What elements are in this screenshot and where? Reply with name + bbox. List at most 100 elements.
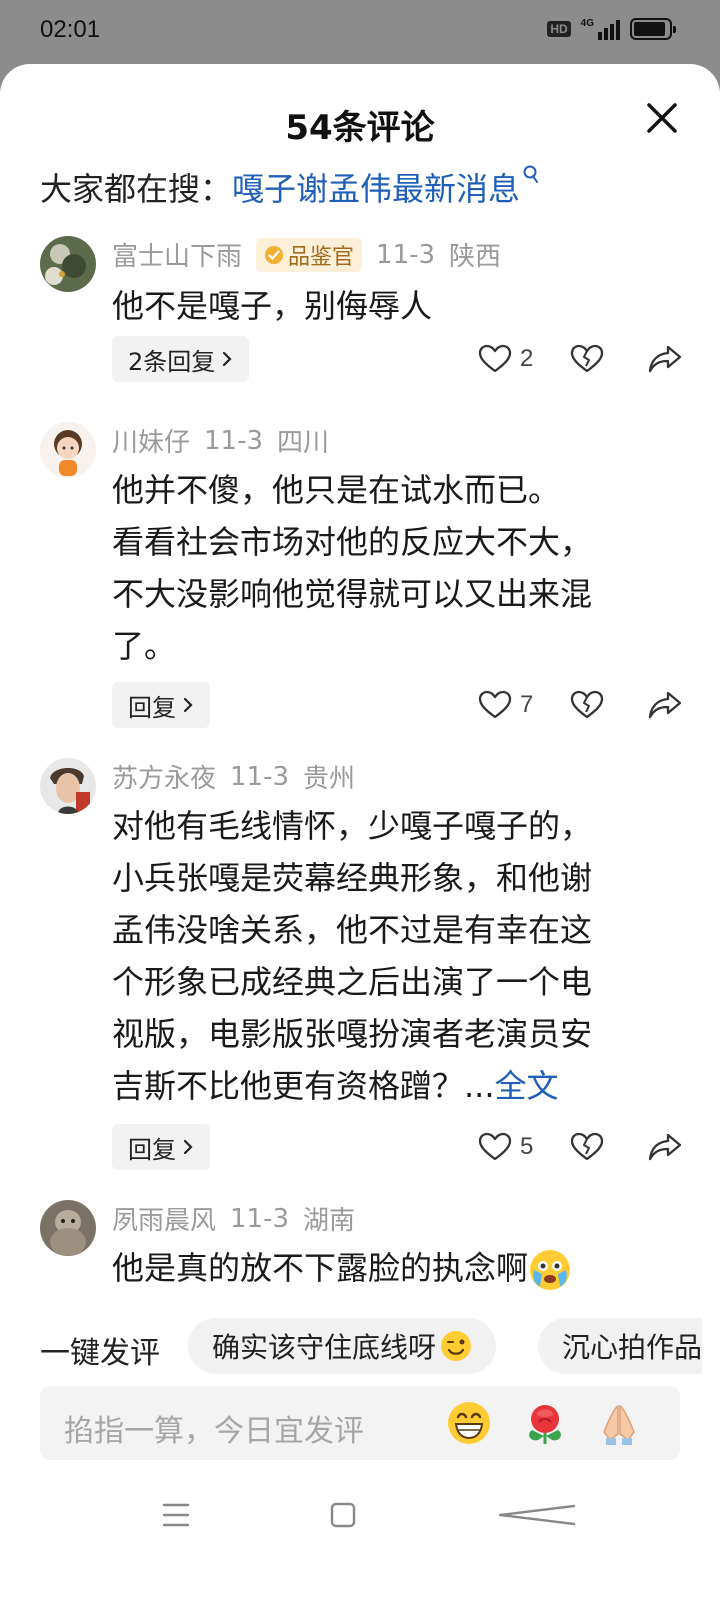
pray-emoji-button[interactable] bbox=[596, 1400, 642, 1446]
like-count: 7 bbox=[520, 691, 534, 718]
menu-icon bbox=[162, 1503, 190, 1527]
like-count: 5 bbox=[520, 1133, 534, 1160]
close-icon bbox=[647, 103, 677, 133]
battery-icon bbox=[630, 18, 676, 40]
comment-text: 他是真的放不下露脸的执念啊 bbox=[112, 1242, 672, 1294]
comment-actions: 5 bbox=[478, 1124, 682, 1170]
heart-icon bbox=[478, 344, 512, 373]
expand-full-text-link[interactable]: 全文 bbox=[495, 1067, 559, 1105]
view-replies-button[interactable]: 2条回复 bbox=[112, 336, 250, 382]
comment-sheet: 54条评论 大家都在搜：嘎子谢孟伟最新消息 富士山下雨 品鉴官 11-3 陕西 … bbox=[0, 64, 720, 1612]
heart-icon bbox=[478, 690, 512, 719]
dislike-button[interactable] bbox=[570, 336, 646, 382]
rose-emoji-button[interactable] bbox=[522, 1400, 568, 1446]
home-nav-button[interactable] bbox=[330, 1502, 356, 1532]
share-button[interactable] bbox=[646, 682, 682, 728]
share-icon bbox=[648, 345, 682, 373]
comment-text: 他并不傻，他只是在试水而已。 看看社会市场对他的反应大不大， 不大没影响他觉得就… bbox=[112, 464, 652, 672]
like-button[interactable]: 7 bbox=[478, 682, 570, 728]
comment-date: 11-3 bbox=[230, 761, 290, 792]
chip-label: 沉心拍作品 bbox=[562, 1331, 703, 1364]
comment-date: 11-3 bbox=[376, 239, 436, 270]
grin-emoji bbox=[448, 1402, 490, 1444]
trending-search: 大家都在搜：嘎子谢孟伟最新消息 bbox=[40, 164, 540, 210]
broken-heart-icon bbox=[570, 344, 604, 373]
avatar[interactable] bbox=[40, 758, 96, 814]
comment-input-placeholder: 掐指一算，今日宜发评 bbox=[64, 1414, 364, 1449]
badge-icon bbox=[265, 245, 284, 264]
share-icon bbox=[648, 691, 682, 719]
comment-line: 视版，电影版张嘎扮演者老演员安 bbox=[112, 1015, 593, 1053]
comment-line: 看看社会市场对他的反应大不大， bbox=[112, 523, 593, 561]
chevron-right-icon bbox=[183, 697, 193, 713]
close-button[interactable] bbox=[644, 100, 680, 136]
menu-nav-button[interactable] bbox=[162, 1502, 190, 1532]
dislike-button[interactable] bbox=[570, 1124, 646, 1170]
reply-label: 2条回复 bbox=[128, 347, 216, 376]
comment-text: 对他有毛线情怀，少嘎子嘎子的， 小兵张嘎是荧幕经典形象，和他谢 孟伟没啥关系，他… bbox=[112, 800, 652, 1112]
comment-line: 孟伟没啥关系，他不过是有幸在这 bbox=[112, 911, 593, 949]
dislike-button[interactable] bbox=[570, 682, 646, 728]
grin-emoji-button[interactable] bbox=[446, 1400, 492, 1446]
comment-date: 11-3 bbox=[230, 1203, 290, 1234]
comment-line: 他不是嘎子，别侮辱人 bbox=[112, 287, 433, 325]
comment-text: 他不是嘎子，别侮辱人 bbox=[112, 280, 652, 332]
taster-badge: 品鉴官 bbox=[256, 237, 363, 272]
comment-meta: 川妹仔 11-3 四川 bbox=[112, 422, 329, 459]
comment-username[interactable]: 富士山下雨 bbox=[112, 236, 242, 273]
signal-icon: 4G bbox=[581, 18, 620, 40]
status-time: 02:01 bbox=[40, 16, 101, 43]
reply-label: 回复 bbox=[128, 1135, 176, 1164]
reply-button[interactable]: 回复 bbox=[112, 1124, 210, 1170]
comment-meta: 夙雨晨风 11-3 湖南 bbox=[112, 1200, 355, 1237]
search-icon bbox=[523, 165, 539, 183]
like-count: 2 bbox=[520, 345, 534, 372]
back-nav-button[interactable] bbox=[496, 1502, 576, 1532]
sheet-title: 54条评论 bbox=[285, 108, 435, 148]
status-bar: 02:01 HD 4G bbox=[0, 0, 720, 64]
reply-label: 回复 bbox=[128, 693, 176, 722]
reply-button[interactable]: 回复 bbox=[112, 682, 210, 728]
comment-actions: 7 bbox=[478, 682, 682, 728]
quick-comment-chip[interactable]: 沉心拍作品 bbox=[538, 1318, 703, 1374]
share-icon bbox=[648, 1133, 682, 1161]
back-icon bbox=[498, 1504, 576, 1526]
status-icons: HD 4G bbox=[547, 18, 676, 40]
avatar[interactable] bbox=[40, 1200, 96, 1256]
trending-prefix: 大家都在搜： bbox=[40, 170, 233, 208]
comment-line: 小兵张嘎是荧幕经典形象，和他谢 bbox=[112, 859, 593, 897]
wink-emoji bbox=[441, 1331, 472, 1361]
comment-line-last: 吉斯不比他更有资格蹭？...全文 bbox=[112, 1060, 652, 1112]
broken-heart-icon bbox=[570, 1132, 604, 1161]
share-button[interactable] bbox=[646, 336, 682, 382]
trending-keyword-link[interactable]: 嘎子谢孟伟最新消息 bbox=[232, 170, 520, 208]
chevron-right-icon bbox=[223, 351, 232, 367]
comment-username[interactable]: 苏方永夜 bbox=[112, 758, 216, 795]
avatar[interactable] bbox=[40, 236, 96, 292]
comment-line: 不大没影响他觉得就可以又出来混 bbox=[112, 575, 593, 613]
like-button[interactable]: 2 bbox=[478, 336, 570, 382]
like-button[interactable]: 5 bbox=[478, 1124, 570, 1170]
crying-face-emoji bbox=[530, 1250, 571, 1290]
comment-line: 他是真的放不下露脸的执念啊 bbox=[112, 1249, 529, 1287]
heart-icon bbox=[478, 1132, 512, 1161]
avatar[interactable] bbox=[40, 422, 96, 478]
comment-actions: 2 bbox=[478, 336, 682, 382]
comment-location: 四川 bbox=[277, 428, 330, 458]
comment-meta: 苏方永夜 11-3 贵州 bbox=[112, 758, 355, 795]
comment-date: 11-3 bbox=[204, 425, 264, 456]
comment-input[interactable]: 掐指一算，今日宜发评 bbox=[40, 1386, 680, 1460]
quick-comment-chip[interactable]: 确实该守住底线呀 bbox=[188, 1318, 497, 1374]
comment-username[interactable]: 夙雨晨风 bbox=[112, 1200, 216, 1237]
comment-meta: 富士山下雨 品鉴官 11-3 陕西 bbox=[112, 236, 501, 273]
comment-location: 陕西 bbox=[449, 242, 502, 272]
network-label: 4G bbox=[580, 18, 594, 29]
comment-username[interactable]: 川妹仔 bbox=[112, 422, 190, 459]
pray-emoji bbox=[603, 1404, 635, 1445]
home-square-icon bbox=[330, 1502, 356, 1528]
system-nav-bar bbox=[0, 1488, 720, 1548]
chip-label: 确实该守住底线呀 bbox=[212, 1331, 437, 1364]
quick-comment-bar: 一键发评 确实该守住底线呀 沉心拍作品 bbox=[0, 1318, 720, 1374]
share-button[interactable] bbox=[646, 1124, 682, 1170]
hd-icon: HD bbox=[547, 21, 571, 37]
